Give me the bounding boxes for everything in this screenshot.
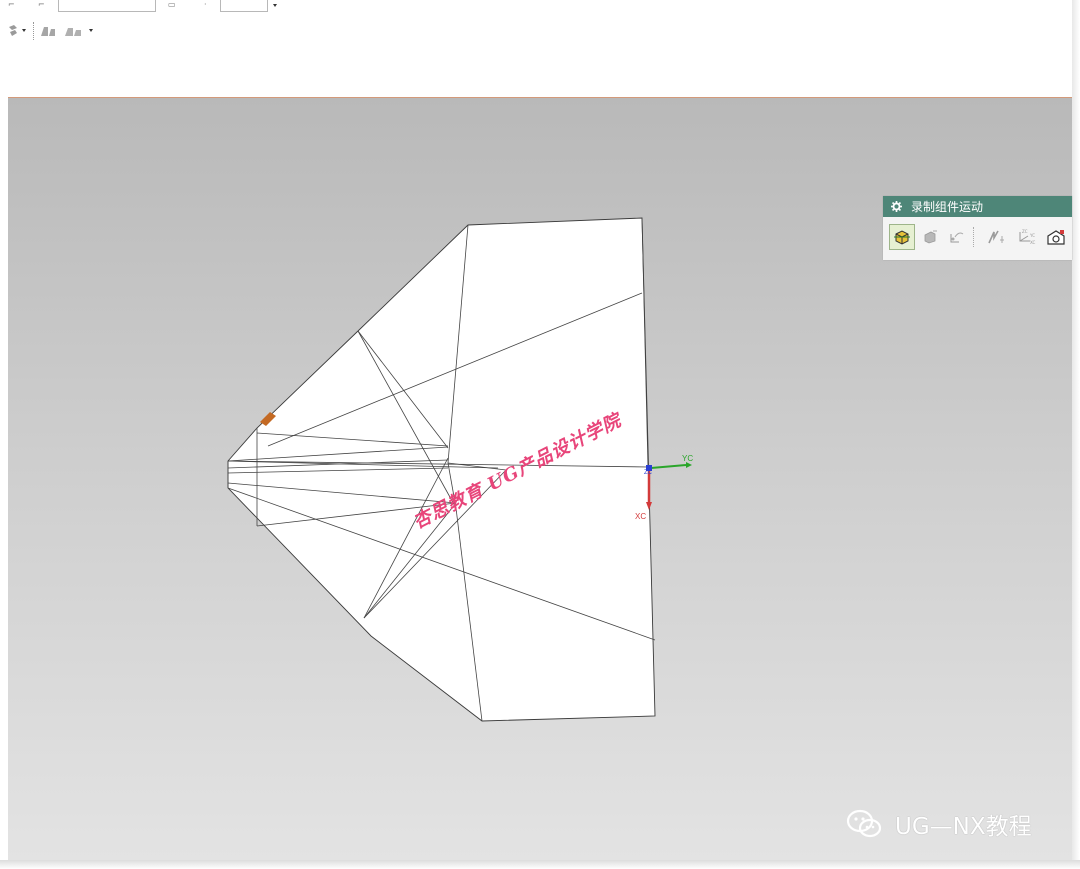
component-box-icon <box>894 230 910 245</box>
toolbar-separator <box>973 227 975 247</box>
svg-text:XC: XC <box>1030 240 1035 245</box>
wechat-icon <box>846 809 882 838</box>
record-component-motion-panel: 录制组件运动 ZC YC XC <box>883 196 1072 260</box>
gear-icon[interactable] <box>891 201 902 212</box>
component-box-button[interactable] <box>889 224 915 250</box>
csys-button[interactable]: ZC YC XC <box>1013 224 1039 250</box>
toolbar-row-top: ⌐ ⌐ ▭ · <box>8 0 288 14</box>
assembly-chevron-down-icon[interactable] <box>22 29 26 32</box>
svg-text:ZC: ZC <box>1022 229 1028 234</box>
ribbon-toolbar: ⌐ ⌐ ▭ · <box>8 0 1072 98</box>
scope-icon[interactable]: · <box>204 1 214 9</box>
panel-header[interactable]: 录制组件运动 <box>883 196 1072 217</box>
svg-text:YC: YC <box>1029 233 1035 238</box>
display-chevron-down-icon[interactable] <box>89 29 93 32</box>
xc-axis-label: XC <box>635 512 647 521</box>
constraint-button[interactable] <box>983 224 1009 250</box>
move-component-icon <box>924 230 937 244</box>
toolbar-separator <box>33 22 35 40</box>
lightning-icon <box>988 230 1004 244</box>
window-edge-shadow <box>1072 0 1080 869</box>
panel-toolbar: ZC YC XC <box>889 224 1069 250</box>
brand-label: UG—NX教程 <box>895 814 1032 840</box>
component-display-icon[interactable] <box>39 22 57 40</box>
zc-axis-label: ZC <box>644 470 652 476</box>
wcs-triad-icon[interactable] <box>646 462 692 510</box>
component-hide-icon[interactable] <box>63 22 83 40</box>
panel-title: 录制组件运动 <box>911 200 984 214</box>
scope-dropdown[interactable] <box>220 0 268 12</box>
filter-icon[interactable]: ▭ <box>168 1 178 9</box>
rotate-component-icon <box>950 232 964 243</box>
move-component-button[interactable] <box>917 224 943 250</box>
wechat-brand: UG—NX教程 <box>845 807 1032 841</box>
scope-chevron-down-icon[interactable] <box>273 4 277 7</box>
assembly-icon[interactable] <box>8 22 18 40</box>
camera-icon <box>1047 230 1065 245</box>
yc-axis-label: YC <box>682 454 694 463</box>
snap-icon[interactable]: ⌐ <box>8 1 18 9</box>
window-bottom-shadow <box>0 860 1080 869</box>
rotate-component-button[interactable] <box>943 224 969 250</box>
snapshot-button[interactable] <box>1043 224 1069 250</box>
toolbar-row-second <box>8 20 103 42</box>
view-icon[interactable]: ⌐ <box>38 1 48 9</box>
csys-icon: ZC YC XC <box>1019 229 1035 245</box>
type-filter-dropdown[interactable] <box>58 0 156 12</box>
application-window: ⌐ ⌐ ▭ · YC XC ZC 杏思教育 UG产品设计学院 录制组件运动 ZC… <box>0 0 1080 869</box>
